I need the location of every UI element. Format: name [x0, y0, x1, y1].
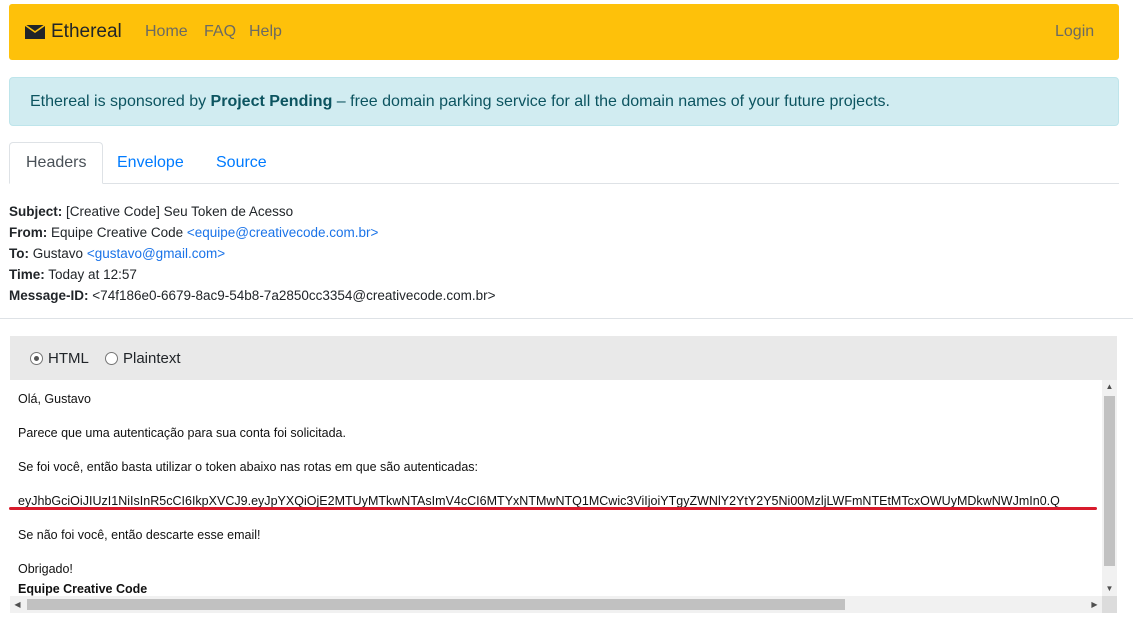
- horizontal-scrollbar[interactable]: ◀ ▶: [10, 596, 1117, 613]
- alert-suffix: – free domain parking service for all th…: [332, 93, 890, 110]
- vertical-scrollbar[interactable]: ▲ ▼: [1102, 380, 1117, 596]
- format-html-label: HTML: [48, 349, 89, 367]
- scroll-down-icon[interactable]: ▼: [1102, 582, 1117, 596]
- message-id-row: Message-ID: <74f186e0-6679-8ac9-54b8-7a2…: [9, 285, 496, 306]
- radio-checked-icon: [30, 351, 43, 365]
- token-text[interactable]: eyJhbGciOiJIUzI1NiIsInR5cCI6IkpXVCJ9.eyJ…: [18, 494, 1100, 528]
- from-label: From:: [9, 225, 48, 240]
- from-row: From: Equipe Creative Code <equipe@creat…: [9, 222, 496, 243]
- from-email-link[interactable]: <equipe@creativecode.com.br>: [187, 225, 379, 240]
- subject-label: Subject:: [9, 204, 63, 219]
- format-plaintext-radio[interactable]: Plaintext: [105, 336, 181, 380]
- nav-faq-link[interactable]: FAQ: [204, 4, 236, 60]
- horizontal-scroll-thumb[interactable]: [27, 599, 845, 610]
- format-plaintext-label: Plaintext: [123, 349, 181, 367]
- to-row: To: Gustavo <gustavo@gmail.com>: [9, 243, 496, 264]
- time-row: Time: Today at 12:57: [9, 264, 496, 285]
- body-line-2: Se foi você, então basta utilizar o toke…: [18, 460, 479, 474]
- tab-envelope[interactable]: Envelope: [101, 142, 200, 184]
- brand[interactable]: Ethereal: [25, 4, 122, 60]
- login-link[interactable]: Login: [1055, 4, 1094, 60]
- time-value: Today at 12:57: [48, 267, 137, 282]
- message-body: Olá, Gustavo Parece que uma autenticação…: [18, 392, 1100, 602]
- tab-source[interactable]: Source: [200, 142, 283, 184]
- thanks-line: Obrigado!: [18, 562, 73, 576]
- subject-value: [Creative Code] Seu Token de Acesso: [66, 204, 294, 219]
- tab-bar: Headers Envelope Source: [9, 142, 1119, 184]
- envelope-icon: [25, 25, 45, 39]
- section-divider: [0, 318, 1133, 319]
- format-selector: HTML Plaintext: [10, 336, 1117, 380]
- sponsor-name: Project Pending: [210, 93, 333, 110]
- message-id-label: Message-ID:: [9, 288, 89, 303]
- nav-home-link[interactable]: Home: [145, 4, 188, 60]
- from-name: Equipe Creative Code: [51, 225, 184, 240]
- to-label: To:: [9, 246, 29, 261]
- message-headers: Subject: [Creative Code] Seu Token de Ac…: [9, 201, 496, 306]
- alert-prefix: Ethereal is sponsored by: [30, 93, 211, 110]
- token-highlight-underline: [9, 507, 1097, 510]
- scrollbar-corner: [1102, 596, 1117, 613]
- message-id-value: <74f186e0-6679-8ac9-54b8-7a2850cc3354@cr…: [92, 288, 496, 303]
- scroll-right-icon[interactable]: ▶: [1087, 596, 1102, 613]
- sponsor-alert: Ethereal is sponsored by Project Pending…: [9, 77, 1119, 126]
- body-line-3: Se não foi você, então descarte esse ema…: [18, 528, 261, 542]
- body-line-1: Parece que uma autenticação para sua con…: [18, 426, 346, 440]
- radio-unchecked-icon: [105, 351, 118, 365]
- message-body-frame[interactable]: Olá, Gustavo Parece que uma autenticação…: [10, 380, 1117, 613]
- format-html-radio[interactable]: HTML: [30, 336, 89, 380]
- nav-help-link[interactable]: Help: [249, 4, 282, 60]
- scroll-up-icon[interactable]: ▲: [1102, 380, 1117, 394]
- to-name: Gustavo: [32, 246, 84, 261]
- time-label: Time:: [9, 267, 45, 282]
- navbar: Ethereal Home FAQ Help Login: [9, 4, 1119, 60]
- scroll-left-icon[interactable]: ◀: [10, 596, 25, 613]
- subject-row: Subject: [Creative Code] Seu Token de Ac…: [9, 201, 496, 222]
- to-email-link[interactable]: <gustavo@gmail.com>: [87, 246, 225, 261]
- vertical-scroll-thumb[interactable]: [1104, 396, 1115, 566]
- greeting-line: Olá, Gustavo: [18, 392, 91, 406]
- tab-headers[interactable]: Headers: [9, 142, 104, 184]
- brand-name: Ethereal: [51, 21, 122, 42]
